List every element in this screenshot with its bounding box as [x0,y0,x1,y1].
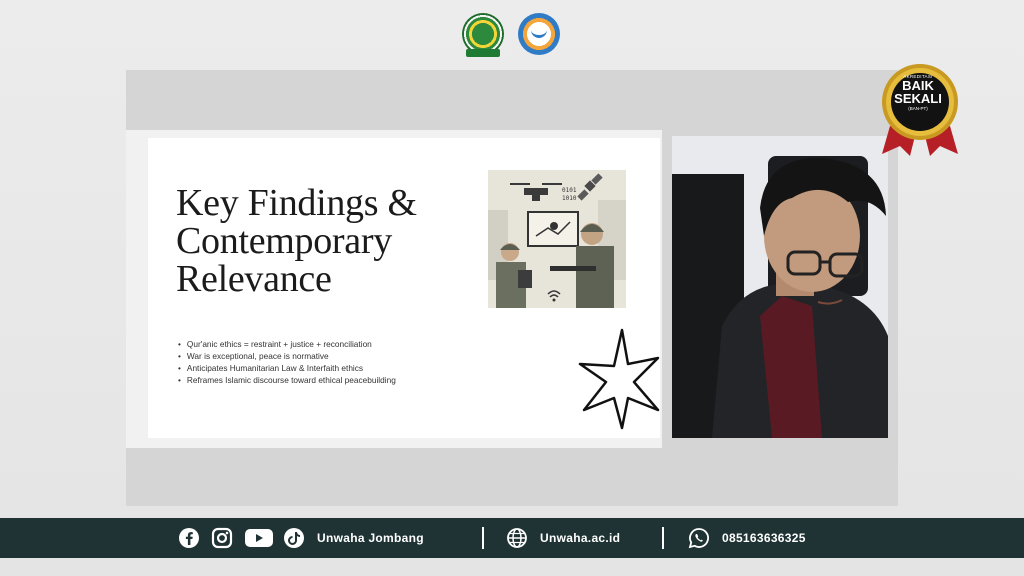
globe-icon [506,527,528,549]
slide-illustration: 0101 1010 [488,170,626,308]
slide-title-line: Relevance [176,258,332,300]
footer-divider [482,527,484,549]
instagram-icon[interactable] [211,527,233,549]
social-group: Unwaha Jombang [178,518,424,558]
slide-bullet-list: Qur'anic ethics = restraint + justice + … [178,338,498,386]
campus-brand-logo [518,13,560,55]
presentation-slide: Key Findings & Contemporary Relevance Qu… [126,130,662,448]
footer-divider [662,527,664,549]
accreditation-badge: AKREDITASI BAIK SEKALI (BAN-PT) [878,62,962,158]
badge-text: AKREDITASI BAIK SEKALI (BAN-PT) [878,74,958,111]
slide-bullet: Reframes Islamic discourse toward ethica… [178,374,498,386]
video-frame: Key Findings & Contemporary Relevance Qu… [126,70,898,506]
footer-bar: Unwaha Jombang Unwaha.ac.id 085163636325 [0,518,1024,558]
social-account-name[interactable]: Unwaha Jombang [317,531,424,545]
badge-line-2: SEKALI [894,91,942,106]
header-logos [462,13,560,57]
slide-title-line: Key Findings & [176,182,417,224]
slide-content: Key Findings & Contemporary Relevance Qu… [148,138,660,438]
website-link[interactable]: Unwaha.ac.id [540,531,620,545]
starburst-icon [578,328,660,432]
badge-foot-label: (BAN-PT) [908,106,928,111]
whatsapp-icon[interactable] [688,527,710,549]
tiktok-icon[interactable] [283,527,305,549]
university-logo [462,13,504,57]
code-text: 0101 [562,187,577,194]
speaker-webcam [672,136,888,438]
slide-bullet: War is exceptional, peace is normative [178,350,498,362]
phone-group: 085163636325 [688,518,806,558]
facebook-icon[interactable] [178,527,200,549]
code-text: 1010 [562,195,577,202]
phone-number[interactable]: 085163636325 [722,531,806,545]
website-group: Unwaha.ac.id [506,518,620,558]
slide-bullet: Anticipates Humanitarian Law & Interfait… [178,362,498,374]
slide-bullet: Qur'anic ethics = restraint + justice + … [178,338,498,350]
youtube-icon[interactable] [244,527,274,549]
slide-title: Key Findings & Contemporary Relevance [176,184,476,298]
slide-title-line: Contemporary [176,220,392,262]
